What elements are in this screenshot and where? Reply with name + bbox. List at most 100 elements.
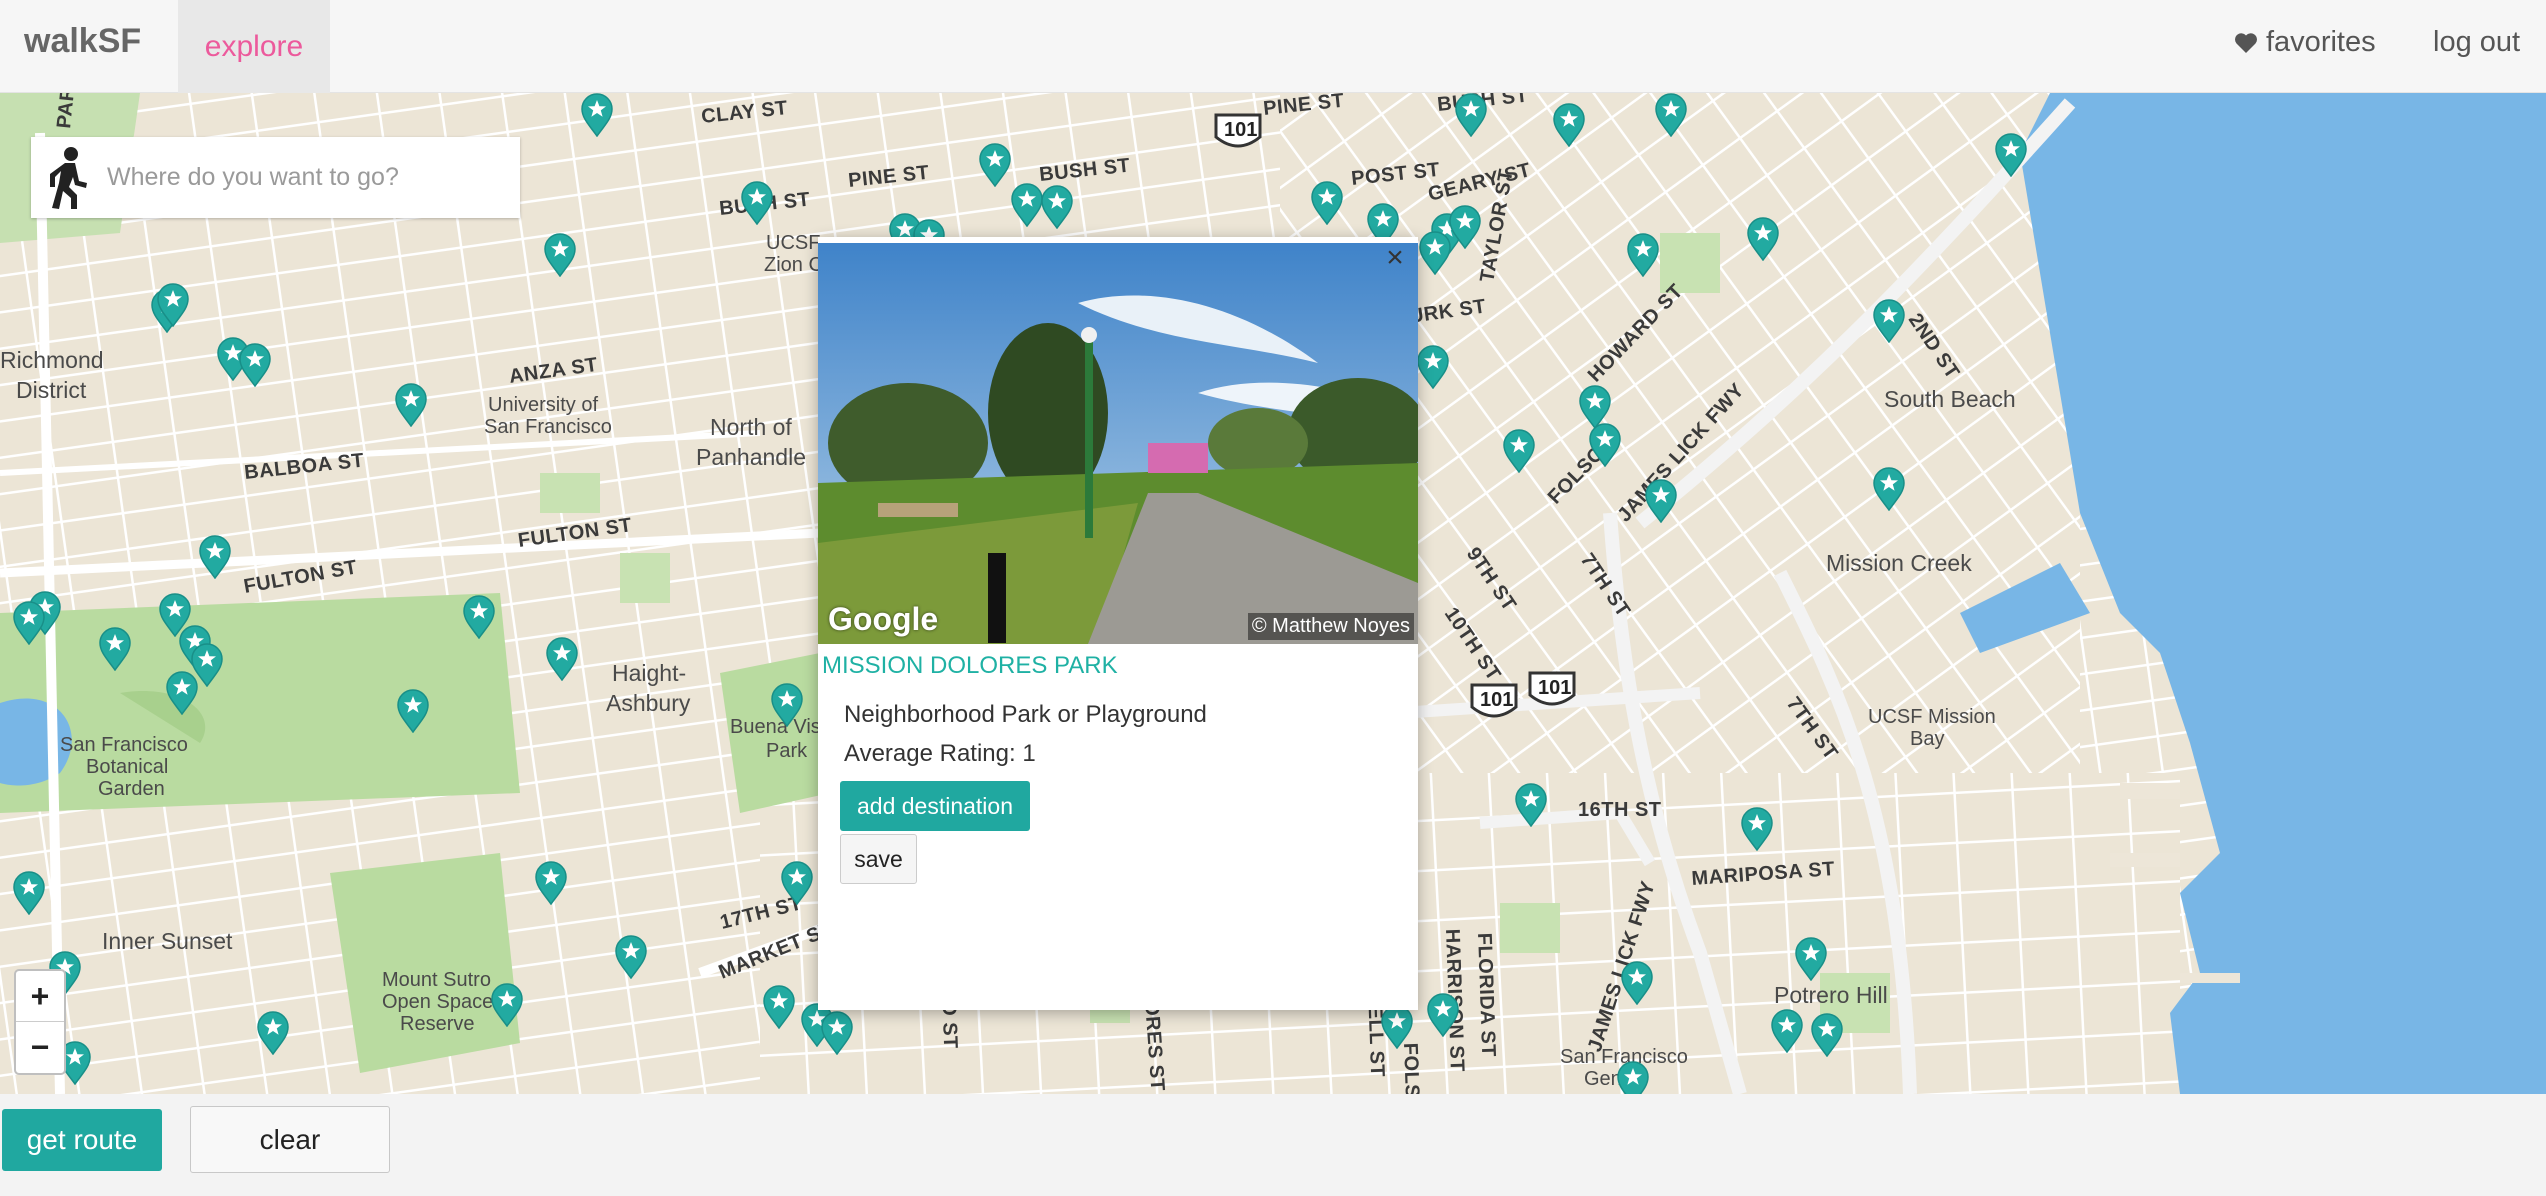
destination-pin-icon[interactable]	[1644, 479, 1678, 524]
photo-credit: © Matthew Noyes	[1247, 613, 1414, 640]
destination-pin-icon[interactable]	[1654, 93, 1688, 138]
destination-pin-icon[interactable]	[580, 93, 614, 138]
google-watermark: Google	[828, 601, 939, 637]
destination-pin-icon[interactable]	[156, 283, 190, 328]
destination-pin-icon[interactable]	[396, 689, 430, 734]
destination-pin-icon[interactable]	[543, 233, 577, 278]
destination-rating: Average Rating: 1	[844, 740, 1036, 767]
destination-pin-icon[interactable]	[1794, 937, 1828, 982]
highway-shield-101: 101	[1528, 671, 1576, 706]
destination-pin-icon[interactable]	[1620, 961, 1654, 1006]
destination-pin-icon[interactable]	[1448, 205, 1482, 250]
svg-text:Ashbury: Ashbury	[606, 690, 691, 716]
destination-pin-icon[interactable]	[394, 383, 428, 428]
destination-pin-icon[interactable]	[1994, 133, 2028, 178]
zoom-in-button[interactable]: +	[16, 971, 64, 1022]
save-button[interactable]: save	[840, 834, 917, 884]
clear-button[interactable]: clear	[190, 1106, 390, 1173]
destination-pin-icon[interactable]	[740, 181, 774, 226]
svg-text:North of: North of	[710, 414, 792, 440]
destination-pin-icon[interactable]	[1616, 1061, 1650, 1094]
destination-pin-icon[interactable]	[770, 683, 804, 728]
svg-text:16TH ST: 16TH ST	[1578, 799, 1662, 821]
svg-text:Reserve: Reserve	[400, 1013, 474, 1035]
svg-text:Haight-: Haight-	[612, 660, 686, 686]
search-input[interactable]	[107, 147, 497, 208]
logout-link[interactable]: log out	[2433, 26, 2520, 59]
svg-text:Garden: Garden	[98, 778, 165, 800]
destination-pin-icon[interactable]	[98, 627, 132, 672]
svg-text:San Francisco: San Francisco	[60, 734, 188, 756]
highway-shield-101: 101	[1214, 113, 1262, 148]
svg-text:101: 101	[1224, 119, 1257, 141]
destination-pin-icon[interactable]	[1502, 429, 1536, 474]
svg-text:Bay: Bay	[1910, 728, 1944, 750]
destination-pin-icon[interactable]	[1310, 181, 1344, 226]
close-icon[interactable]: ×	[1380, 243, 1410, 273]
add-destination-button[interactable]: add destination	[840, 781, 1030, 831]
svg-text:101: 101	[1480, 689, 1513, 711]
svg-text:San Francisco: San Francisco	[484, 416, 612, 438]
map-view[interactable]: CLAY ST PINE ST BUSH ST PINE ST BUSH ST …	[0, 93, 2546, 1094]
destination-pin-icon[interactable]	[1454, 93, 1488, 138]
walking-person-icon	[31, 137, 107, 218]
svg-text:Botanical: Botanical	[86, 756, 168, 778]
top-nav: walkSF explore favorites log out	[0, 0, 2546, 93]
destination-pin-icon[interactable]	[1872, 467, 1906, 512]
brand-logo[interactable]: walkSF	[24, 22, 141, 61]
svg-text:Richmond: Richmond	[0, 347, 104, 373]
nav-favorites-link[interactable]: favorites	[2234, 26, 2376, 59]
destination-pin-icon[interactable]	[1810, 1013, 1844, 1058]
destination-pin-icon[interactable]	[1514, 783, 1548, 828]
destination-pin-icon[interactable]	[780, 861, 814, 906]
destination-popup: × Google © Matthew Noyes MISSION DOLORES…	[818, 237, 1418, 1010]
destination-pin-icon[interactable]	[165, 671, 199, 716]
svg-text:FOLSO: FOLSO	[1399, 1042, 1423, 1094]
destination-pin-icon[interactable]	[545, 637, 579, 682]
nav-explore-tab[interactable]: explore	[178, 0, 330, 93]
zoom-control: + −	[14, 969, 66, 1075]
destination-pin-icon[interactable]	[238, 343, 272, 388]
destination-pin-icon[interactable]	[978, 143, 1012, 188]
destination-pin-icon[interactable]	[1770, 1009, 1804, 1054]
destination-pin-icon[interactable]	[256, 1011, 290, 1056]
favorites-label: favorites	[2266, 26, 2376, 58]
destination-pin-icon[interactable]	[534, 861, 568, 906]
destination-pin-icon[interactable]	[12, 601, 46, 646]
svg-text:FLORIDA ST: FLORIDA ST	[1473, 932, 1499, 1057]
svg-text:UCSF: UCSF	[766, 232, 820, 254]
bottom-bar: get route clear	[0, 1094, 2546, 1196]
destination-pin-icon[interactable]	[820, 1011, 854, 1056]
destination-pin-icon[interactable]	[1416, 345, 1450, 390]
destination-pin-icon[interactable]	[490, 983, 524, 1028]
destination-pin-icon[interactable]	[198, 535, 232, 580]
destination-pin-icon[interactable]	[1426, 993, 1460, 1038]
destination-pin-icon[interactable]	[462, 595, 496, 640]
highway-shield-101: 101	[1470, 683, 1518, 718]
destination-pin-icon[interactable]	[1040, 185, 1074, 230]
destination-pin-icon[interactable]	[614, 935, 648, 980]
zoom-out-button[interactable]: −	[16, 1022, 64, 1073]
destination-pin-icon[interactable]	[1010, 183, 1044, 228]
svg-text:UCSF Mission: UCSF Mission	[1868, 706, 1996, 728]
get-route-button[interactable]: get route	[2, 1109, 162, 1171]
destination-pin-icon[interactable]	[1746, 217, 1780, 262]
svg-text:Panhandle: Panhandle	[696, 444, 806, 470]
street-view-photo: Google © Matthew Noyes	[818, 243, 1418, 644]
destination-pin-icon[interactable]	[1740, 807, 1774, 852]
destination-pin-icon[interactable]	[1626, 233, 1660, 278]
destination-title[interactable]: MISSION DOLORES PARK	[822, 652, 1118, 680]
svg-text:District: District	[16, 377, 87, 403]
destination-pin-icon[interactable]	[1552, 103, 1586, 148]
svg-text:Mission Creek: Mission Creek	[1826, 550, 1972, 576]
destination-type: Neighborhood Park or Playground	[844, 701, 1207, 728]
destination-pin-icon[interactable]	[1588, 423, 1622, 468]
destination-pin-icon[interactable]	[12, 871, 46, 916]
svg-text:101: 101	[1538, 677, 1571, 699]
destination-pin-icon[interactable]	[1872, 299, 1906, 344]
destination-pin-icon[interactable]	[762, 985, 796, 1030]
destination-pin-icon[interactable]	[1418, 231, 1452, 276]
destination-pin-icon[interactable]	[1380, 1005, 1414, 1050]
svg-text:Open Space: Open Space	[382, 991, 493, 1013]
svg-text:Mount Sutro: Mount Sutro	[382, 969, 491, 991]
